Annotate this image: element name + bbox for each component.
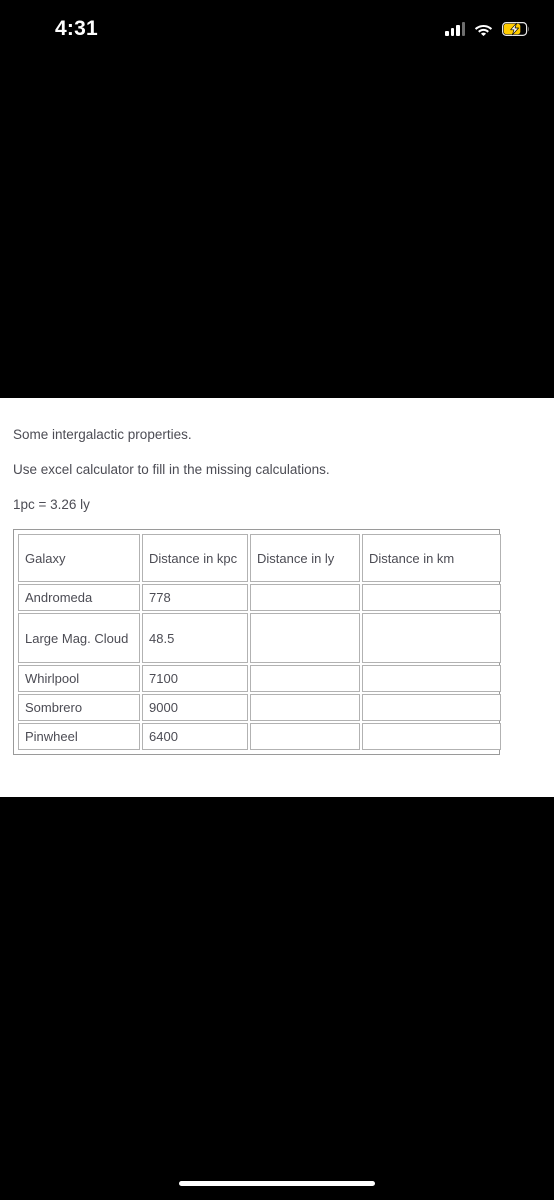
document-content-area: Some intergalactic properties. Use excel… xyxy=(0,398,554,797)
home-indicator-bar[interactable] xyxy=(179,1181,375,1186)
cell-distance-km[interactable] xyxy=(362,723,501,750)
cell-distance-ly[interactable] xyxy=(250,665,360,692)
cell-distance-ly[interactable] xyxy=(250,613,360,663)
table-row: Pinwheel 6400 xyxy=(18,723,501,750)
cell-distance-kpc[interactable]: 7100 xyxy=(142,665,248,692)
cell-distance-ly[interactable] xyxy=(250,694,360,721)
galaxy-distance-table: Galaxy Distance in kpc Distance in ly Di… xyxy=(13,529,501,755)
cell-distance-km[interactable] xyxy=(362,665,501,692)
table-row: Large Mag. Cloud 48.5 xyxy=(18,613,501,663)
cell-distance-km[interactable] xyxy=(362,584,501,611)
intro-text-line-1: Some intergalactic properties. xyxy=(13,427,192,442)
table-row: Andromeda 778 xyxy=(18,584,501,611)
cell-distance-ly[interactable] xyxy=(250,723,360,750)
cell-galaxy-name: Pinwheel xyxy=(18,723,140,750)
status-bar: 4:31 xyxy=(0,0,554,58)
column-header-galaxy: Galaxy xyxy=(18,534,140,582)
table-row: Whirlpool 7100 xyxy=(18,665,501,692)
cell-distance-kpc[interactable]: 9000 xyxy=(142,694,248,721)
cell-distance-km[interactable] xyxy=(362,694,501,721)
status-bar-icons xyxy=(445,18,530,40)
instruction-text-line: Use excel calculator to fill in the miss… xyxy=(13,462,330,477)
wifi-icon xyxy=(474,22,493,36)
cell-distance-kpc[interactable]: 48.5 xyxy=(142,613,248,663)
cell-distance-km[interactable] xyxy=(362,613,501,663)
conversion-text-line: 1pc = 3.26 ly xyxy=(13,497,90,512)
cell-galaxy-name: Andromeda xyxy=(18,584,140,611)
column-header-ly: Distance in ly xyxy=(250,534,360,582)
cell-distance-kpc[interactable]: 6400 xyxy=(142,723,248,750)
status-bar-time: 4:31 xyxy=(55,17,98,40)
cell-galaxy-name: Whirlpool xyxy=(18,665,140,692)
cell-distance-kpc[interactable]: 778 xyxy=(142,584,248,611)
table-header-row: Galaxy Distance in kpc Distance in ly Di… xyxy=(18,534,501,582)
column-header-km: Distance in km xyxy=(362,534,501,582)
cell-distance-ly[interactable] xyxy=(250,584,360,611)
cell-galaxy-name: Sombrero xyxy=(18,694,140,721)
cellular-signal-icon xyxy=(445,22,465,36)
cell-galaxy-name: Large Mag. Cloud xyxy=(18,613,140,663)
column-header-kpc: Distance in kpc xyxy=(142,534,248,582)
battery-charging-icon xyxy=(502,22,530,36)
table-row: Sombrero 9000 xyxy=(18,694,501,721)
